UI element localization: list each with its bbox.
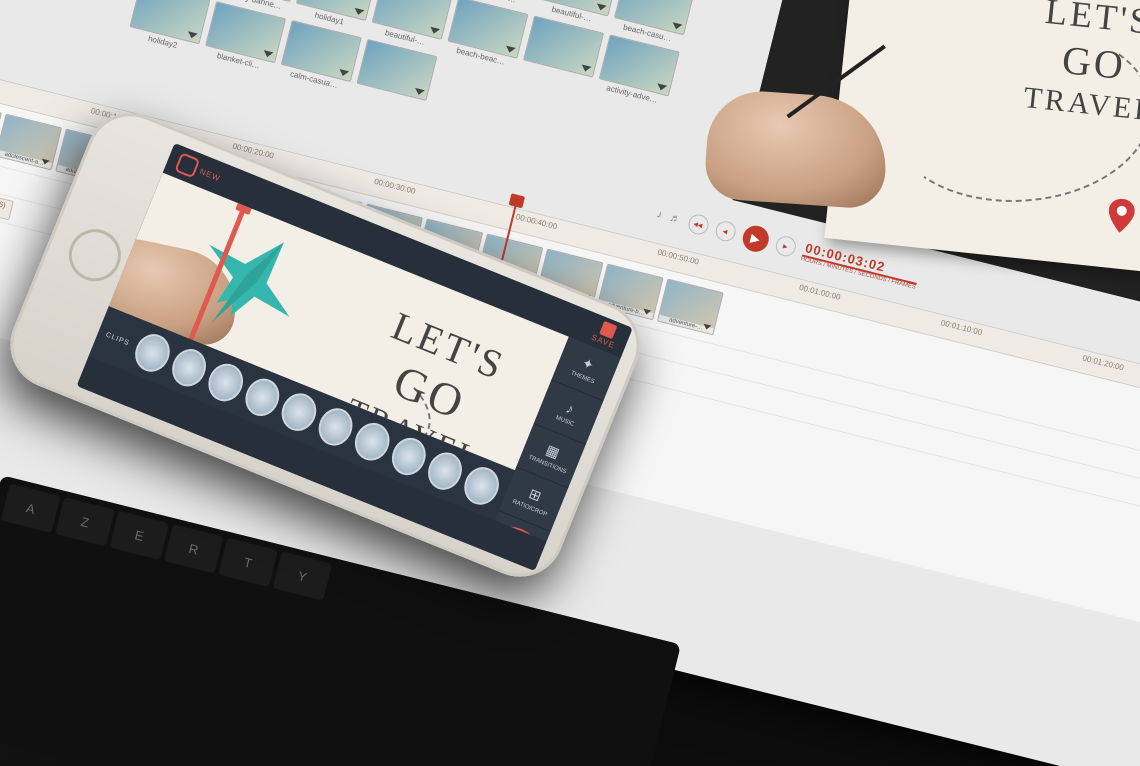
- ruler-mark: 00:00:50:00: [657, 248, 700, 267]
- save-button[interactable]: SAVE: [590, 319, 622, 351]
- keyboard-key: E: [110, 511, 170, 560]
- ruler-mark: 00:01:20:00: [1082, 353, 1125, 372]
- keyboard-key: Z: [55, 497, 115, 546]
- clips-label: CLIPS: [105, 331, 131, 347]
- clip-thumb[interactable]: [349, 418, 394, 466]
- airplane-icon: [867, 0, 1014, 17]
- media-thumb[interactable]: activity-adve…: [596, 34, 680, 107]
- clip-thumb[interactable]: [423, 447, 468, 495]
- timeline-clip[interactable]: adolescent-a…: [0, 114, 62, 171]
- clip-thumb[interactable]: [130, 329, 175, 377]
- clip-thumb[interactable]: [166, 344, 211, 392]
- timeline-clip[interactable]: adventure-…: [657, 279, 724, 336]
- play-button[interactable]: ▶: [740, 223, 772, 255]
- prev-frame-button[interactable]: ◂◂: [686, 212, 710, 236]
- ruler-mark: 00:01:00:00: [798, 283, 841, 302]
- preview-title: LET'S GO TRAVEL: [988, 0, 1140, 132]
- prev-button[interactable]: ◂: [713, 219, 737, 243]
- next-button[interactable]: ▸: [773, 234, 797, 258]
- new-icon: [174, 152, 200, 178]
- map-pin-icon: [1106, 198, 1136, 242]
- clip-thumb[interactable]: [203, 359, 248, 407]
- media-thumb[interactable]: beach-beac…: [445, 0, 529, 69]
- clip-thumb[interactable]: [386, 433, 431, 481]
- keyboard-key: R: [164, 524, 224, 573]
- ruler-mark: 00:01:10:00: [940, 318, 983, 337]
- media-thumb[interactable]: holiday2: [127, 0, 211, 55]
- media-thumb[interactable]: blanket-cli…: [202, 1, 286, 74]
- media-thumb[interactable]: calm-casua…: [278, 20, 362, 93]
- clip-thumb[interactable]: [313, 403, 358, 451]
- media-thumb[interactable]: [356, 39, 437, 103]
- clip-thumb[interactable]: [459, 462, 504, 510]
- photo-scene: ↶↷✂⧉🗑⋯⊕⤢⌖↔⚙≡ casual-en…cliffs-fri…back-v…: [0, 0, 1140, 766]
- keyboard-key: Y: [273, 551, 333, 600]
- keyboard-key: A: [1, 483, 61, 532]
- keyboard-key: T: [218, 538, 278, 587]
- new-label: NEW: [199, 166, 222, 182]
- clip-thumb[interactable]: [240, 373, 285, 421]
- media-thumb[interactable]: [523, 16, 604, 80]
- clip-thumb[interactable]: [276, 388, 321, 436]
